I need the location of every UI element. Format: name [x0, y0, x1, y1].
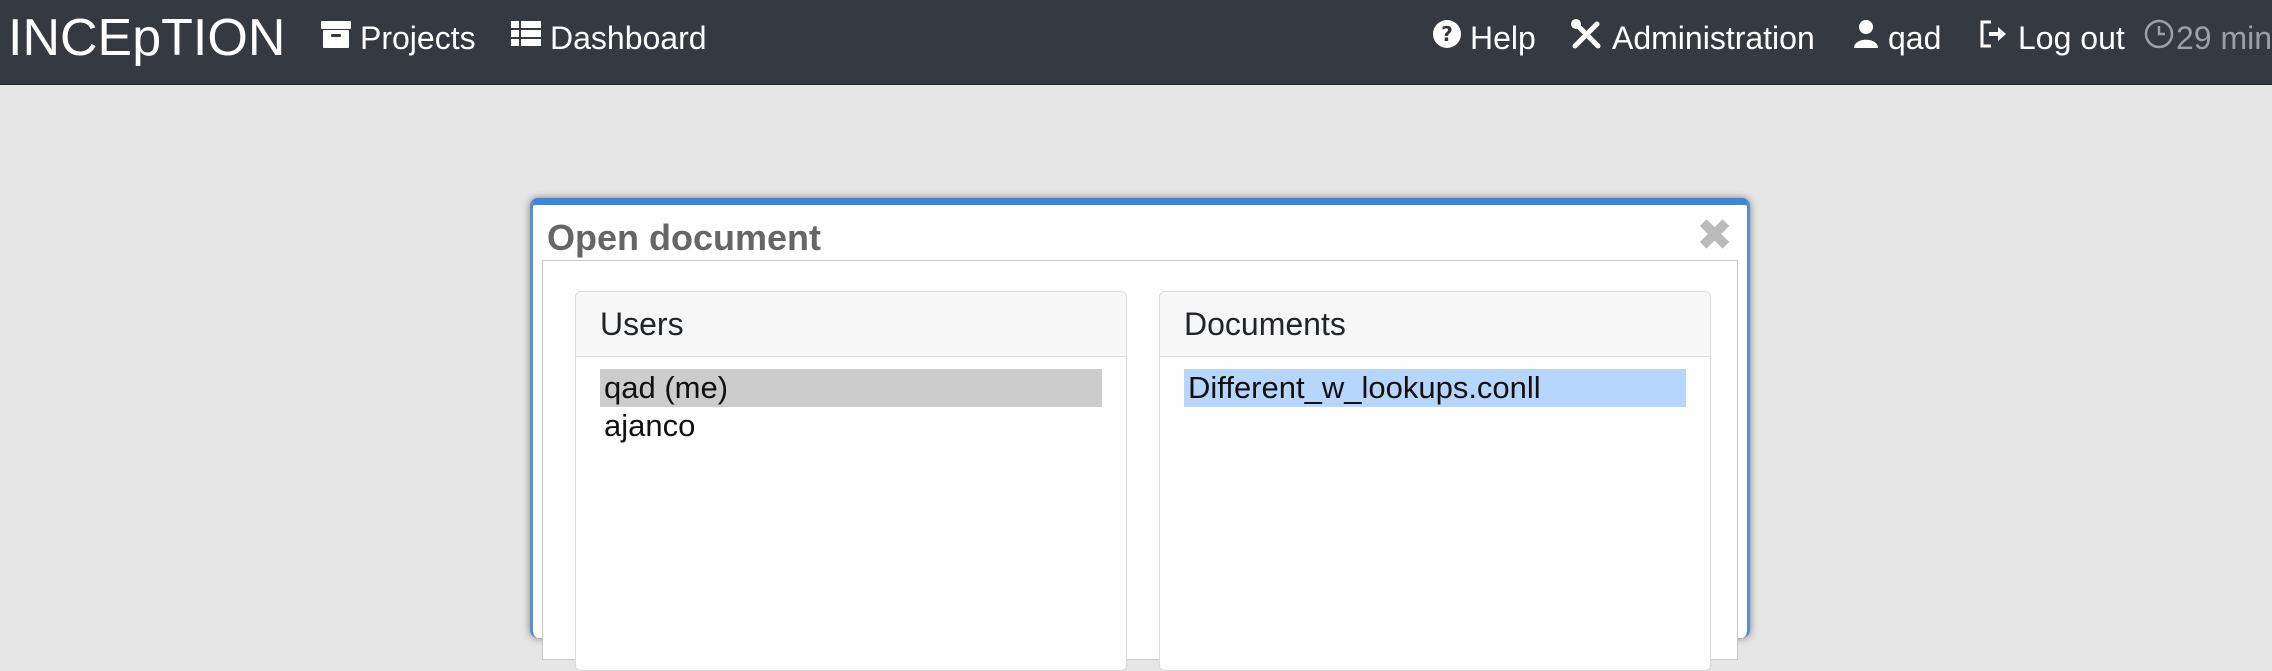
nav-help-label: Help: [1470, 20, 1536, 56]
nav-dashboard[interactable]: Dashboard: [510, 18, 707, 58]
question-circle-icon: ?: [1432, 18, 1462, 58]
nav-user[interactable]: qad: [1852, 18, 1941, 58]
table-list-icon: [510, 18, 542, 58]
dialog-body: Users qad (me) ajanco Documents Differen…: [542, 260, 1738, 671]
nav-administration-label: Administration: [1612, 20, 1815, 56]
nav-logout[interactable]: Log out: [1978, 18, 2125, 58]
dialog-title: Open document: [547, 217, 822, 258]
user-icon: [1852, 18, 1880, 58]
users-panel: Users qad (me) ajanco: [575, 291, 1127, 671]
archive-icon: [320, 18, 352, 58]
brand-logo[interactable]: INCEpTION: [8, 8, 285, 68]
close-icon[interactable]: ✖: [1696, 211, 1733, 261]
nav-administration[interactable]: Administration: [1570, 18, 1815, 58]
nav-projects-label: Projects: [360, 20, 476, 56]
documents-list[interactable]: Different_w_lookups.conll: [1160, 357, 1710, 419]
top-navbar: INCEpTION Projects Dashboard ? Help Admi…: [0, 0, 2272, 85]
users-list[interactable]: qad (me) ajanco: [576, 357, 1126, 457]
svg-text:?: ?: [1441, 22, 1453, 46]
documents-panel: Documents Different_w_lookups.conll: [1159, 291, 1711, 671]
users-panel-header: Users: [576, 292, 1126, 357]
tools-icon: [1570, 18, 1604, 59]
user-item-selected[interactable]: qad (me): [600, 369, 1102, 407]
open-document-dialog: Open document ✖ Users qad (me) ajanco Do…: [530, 198, 1750, 671]
nav-logout-label: Log out: [2018, 20, 2125, 56]
nav-user-label: qad: [1888, 20, 1942, 56]
nav-help[interactable]: ? Help: [1432, 18, 1536, 58]
documents-panel-header: Documents: [1160, 292, 1710, 357]
document-item-selected[interactable]: Different_w_lookups.conll: [1184, 369, 1686, 407]
session-timer: 29 min: [2144, 18, 2272, 58]
sign-out-icon: [1978, 18, 2010, 58]
session-timer-label: 29 min: [2176, 20, 2272, 56]
clock-icon: [2144, 18, 2174, 58]
user-item[interactable]: ajanco: [600, 407, 1102, 445]
nav-dashboard-label: Dashboard: [550, 20, 707, 56]
nav-projects[interactable]: Projects: [320, 18, 476, 58]
